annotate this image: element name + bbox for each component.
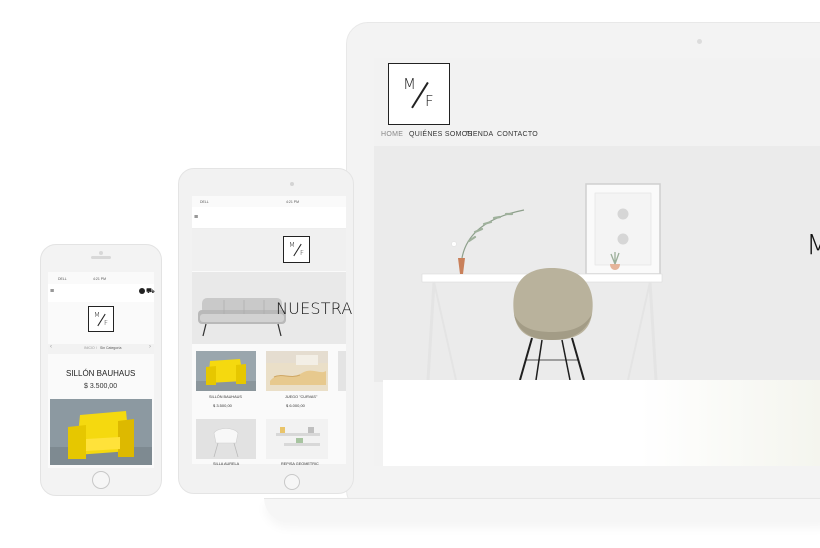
user-icon[interactable] [139, 288, 145, 294]
product-card[interactable] [266, 419, 328, 459]
nav-tienda[interactable]: TIENDA [466, 131, 493, 138]
laptop-camera [697, 39, 702, 44]
hero-desk-illustration [421, 183, 663, 381]
phone-header [48, 284, 154, 302]
shelf-image [266, 419, 328, 459]
tablet-header [192, 207, 346, 229]
tablet-camera [290, 182, 294, 186]
menu-icon[interactable]: ≡ [194, 214, 198, 221]
tablet-site-logo[interactable]: M F [283, 236, 310, 263]
tablet-hero-heading: NUESTRA [276, 299, 353, 318]
product-card-partial[interactable] [338, 351, 346, 391]
chevron-left-icon[interactable]: ‹ [50, 344, 52, 350]
breadcrumb-category[interactable]: Sin Categoría [100, 346, 121, 350]
product-image [50, 399, 152, 465]
tablet-logo-band [192, 229, 346, 271]
product-name[interactable]: REPISA GEOMETRIC [281, 462, 319, 466]
sofa-image [198, 298, 286, 337]
product-title: SILLÓN BAUHAUS [66, 369, 136, 378]
product-card[interactable] [196, 351, 256, 391]
nav-contacto[interactable]: CONTACTO [497, 131, 538, 138]
yellow-armchair-image [196, 359, 256, 391]
breadcrumb-sep: / [96, 346, 97, 350]
breadcrumb-home[interactable]: INICIO [84, 346, 95, 350]
product-name[interactable]: JUEGO "CURVAS" [285, 395, 317, 399]
product-name[interactable]: SILLÓN BAUHAUS [209, 395, 242, 399]
product-card[interactable] [196, 419, 256, 459]
curved-lounger-image [266, 351, 328, 385]
phone-site-logo[interactable]: M F [88, 306, 114, 332]
cart-icon[interactable]: ⛟ [146, 287, 155, 296]
product-price: $ 6.000,00 [286, 403, 305, 408]
tablet-status-carrier: DELL [200, 200, 209, 204]
laptop-base [264, 498, 820, 522]
laptop-site-logo[interactable]: M F [388, 63, 450, 125]
phone-status-time: 4:21 PM [93, 277, 107, 281]
tablet-home-button[interactable] [284, 474, 300, 490]
chevron-right-icon[interactable]: › [149, 344, 151, 350]
product-card[interactable] [266, 351, 328, 391]
yellow-armchair-image [50, 411, 152, 465]
tablet-status-time: 4:21 PM [286, 200, 300, 204]
phone-home-button[interactable] [92, 471, 110, 489]
hero-partial-heading: M [806, 228, 820, 261]
product-name[interactable]: SILLA AURELA [213, 462, 239, 466]
phone-speaker [91, 256, 111, 259]
phone-camera [99, 251, 103, 255]
white-chair-image [196, 419, 256, 459]
menu-icon[interactable]: ≡ [50, 288, 54, 295]
product-price: $ 3.500,00 [84, 383, 118, 390]
phone-status-carrier: DELL [58, 277, 67, 281]
content-section-gradient [640, 380, 820, 466]
nav-quienes-somos[interactable]: QUIÉNES SOMOS [409, 131, 472, 138]
product-price: $ 3.500,00 [213, 403, 232, 408]
nav-home[interactable]: HOME [381, 131, 403, 138]
